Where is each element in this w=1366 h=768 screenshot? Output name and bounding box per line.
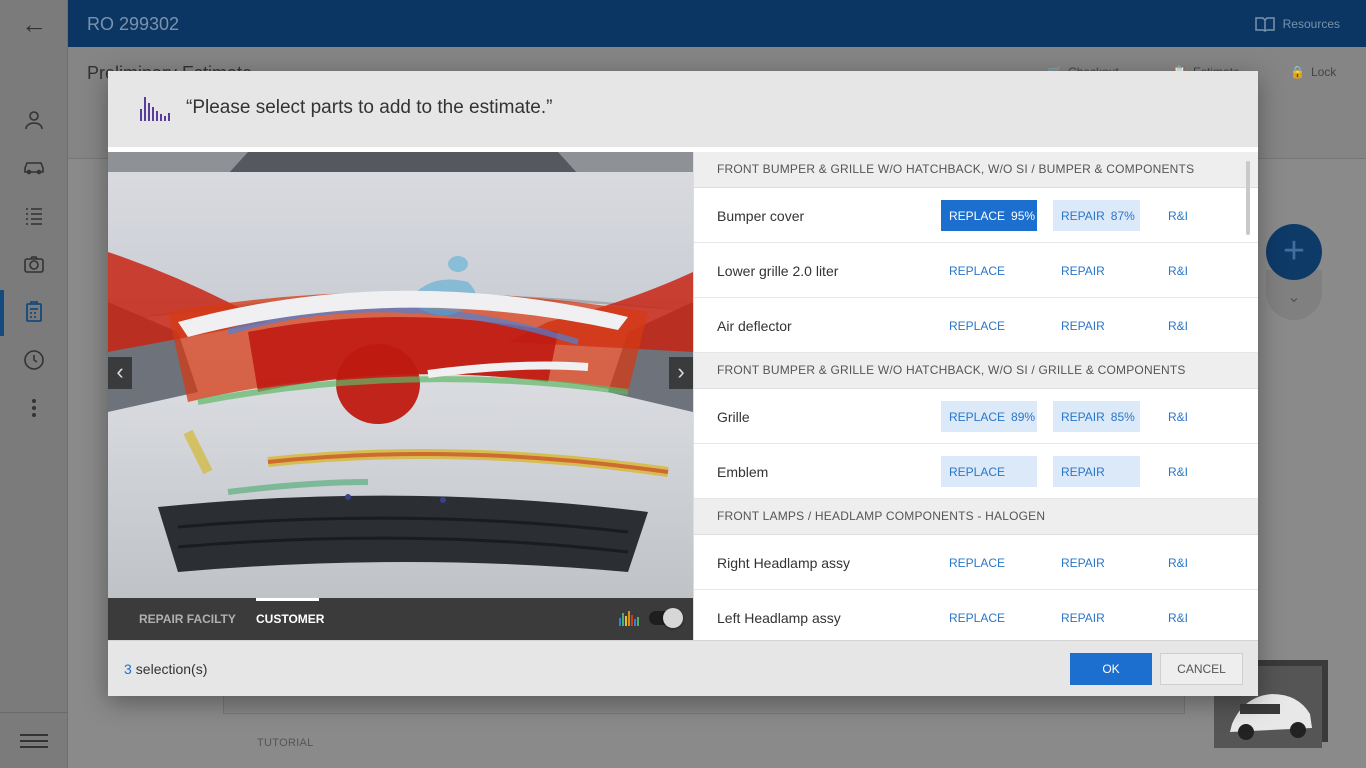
replace-option[interactable]: REPLACE bbox=[941, 456, 1037, 487]
chevron-down-icon: ⌄ bbox=[1287, 289, 1301, 306]
resources-label: Resources bbox=[1282, 17, 1340, 31]
repair-option[interactable]: REPAIR bbox=[1053, 456, 1140, 487]
part-name: Bumper cover bbox=[717, 208, 805, 224]
confidence-percent: 87% bbox=[1110, 208, 1135, 223]
part-row: Air deflector REPLACE REPAIR R&I bbox=[694, 298, 1258, 353]
option-label: REPLACE bbox=[949, 208, 1006, 223]
replace-option[interactable]: REPLACE bbox=[941, 255, 1037, 286]
add-fab-button[interactable]: + bbox=[1266, 224, 1322, 280]
part-name: Grille bbox=[717, 409, 750, 425]
lock-icon: 🔒 bbox=[1290, 65, 1305, 79]
tab-customer[interactable]: CUSTOMER bbox=[256, 612, 324, 626]
parts-list: FRONT BUMPER & GRILLE W/O HATCHBACK, W/O… bbox=[693, 152, 1258, 640]
part-name: Left Headlamp assy bbox=[717, 610, 841, 626]
clipboard-calculator-icon[interactable] bbox=[20, 298, 48, 326]
modal-header: “Please select parts to add to the estim… bbox=[108, 71, 1258, 147]
repair-option[interactable]: REPAIR 85% bbox=[1053, 401, 1140, 432]
previous-image-button[interactable]: ‹ bbox=[108, 357, 132, 389]
part-row: Lower grille 2.0 liter REPLACE REPAIR R&… bbox=[694, 243, 1258, 298]
repair-option[interactable]: REPAIR bbox=[1053, 310, 1140, 341]
confidence-percent: 95% bbox=[1011, 208, 1036, 223]
selection-label: selection(s) bbox=[135, 661, 208, 677]
option-label: REPLACE bbox=[949, 409, 1006, 424]
repair-option[interactable]: REPAIR bbox=[1053, 255, 1140, 286]
toggle-knob[interactable] bbox=[663, 608, 683, 628]
more-vertical-icon[interactable] bbox=[20, 394, 48, 422]
ri-option[interactable]: R&I bbox=[1160, 200, 1200, 231]
camera-icon[interactable] bbox=[20, 250, 48, 278]
history-icon[interactable] bbox=[20, 346, 48, 374]
app-topbar: RO 299302 Resources bbox=[68, 0, 1366, 47]
modal-footer: 3 selection(s) OK CANCEL bbox=[108, 640, 1258, 696]
replace-option[interactable]: REPLACE bbox=[941, 310, 1037, 341]
repair-option[interactable]: REPAIR 87% bbox=[1053, 200, 1140, 231]
car-icon[interactable] bbox=[20, 154, 48, 182]
repair-option[interactable]: REPAIR bbox=[1053, 602, 1140, 633]
replace-option[interactable]: REPLACE bbox=[941, 602, 1037, 633]
ri-option[interactable]: R&I bbox=[1160, 547, 1200, 578]
ok-button[interactable]: OK bbox=[1070, 653, 1152, 685]
parts-selection-modal: “Please select parts to add to the estim… bbox=[108, 71, 1258, 696]
active-tab-indicator bbox=[256, 598, 319, 601]
replace-option[interactable]: REPLACE bbox=[941, 547, 1037, 578]
repair-option[interactable]: REPAIR bbox=[1053, 547, 1140, 578]
damage-image-pane: ‹ › REPAIR FACILTY CUSTOMER bbox=[108, 152, 693, 640]
part-name: Lower grille 2.0 liter bbox=[717, 263, 839, 279]
book-icon bbox=[1254, 17, 1275, 32]
ri-option[interactable]: R&I bbox=[1160, 456, 1200, 487]
heatmap-toggle[interactable] bbox=[619, 608, 683, 628]
ri-option[interactable]: R&I bbox=[1160, 602, 1200, 633]
lock-label: Lock bbox=[1310, 65, 1337, 79]
toggle-track[interactable] bbox=[649, 608, 683, 628]
plus-icon: + bbox=[1282, 230, 1306, 272]
next-image-button[interactable]: › bbox=[669, 357, 693, 389]
tutorial-link[interactable]: TUTORIAL bbox=[257, 737, 314, 749]
resources-link[interactable]: Resources bbox=[1254, 16, 1340, 32]
option-label: REPAIR bbox=[1061, 409, 1105, 424]
option-label: REPAIR bbox=[1061, 208, 1105, 223]
lock-button[interactable]: 🔒 Lock bbox=[1290, 65, 1336, 79]
list-icon[interactable] bbox=[20, 202, 48, 230]
modal-title: “Please select parts to add to the estim… bbox=[186, 97, 553, 118]
back-arrow-icon[interactable]: ← bbox=[20, 10, 48, 38]
replace-option[interactable]: REPLACE 95% bbox=[941, 200, 1037, 231]
damage-heatmap-photo: ‹ › bbox=[108, 152, 693, 598]
active-indicator bbox=[0, 290, 4, 336]
selection-count: 3 selection(s) bbox=[124, 661, 207, 677]
cancel-button[interactable]: CANCEL bbox=[1160, 653, 1243, 685]
section-header: FRONT BUMPER & GRILLE W/O HATCHBACK, W/O… bbox=[694, 152, 1258, 188]
part-row: Bumper cover REPLACE 95% REPAIR 87% R&I bbox=[694, 188, 1258, 243]
part-name: Emblem bbox=[717, 464, 769, 480]
ro-title: RO 299302 bbox=[87, 14, 180, 34]
confidence-percent: 89% bbox=[1011, 409, 1036, 424]
app-sidebar: ← bbox=[0, 0, 68, 768]
confidence-percent: 85% bbox=[1110, 409, 1135, 424]
hamburger-menu-icon[interactable] bbox=[20, 730, 48, 752]
part-name: Air deflector bbox=[717, 318, 792, 334]
part-name: Right Headlamp assy bbox=[717, 555, 851, 571]
ri-option[interactable]: R&I bbox=[1160, 255, 1200, 286]
image-source-tabs: REPAIR FACILTY CUSTOMER bbox=[108, 598, 693, 640]
section-header: FRONT LAMPS / HEADLAMP COMPONENTS - HALO… bbox=[694, 499, 1258, 535]
ri-option[interactable]: R&I bbox=[1160, 401, 1200, 432]
heatmap-bars-icon bbox=[619, 611, 639, 626]
part-row: Grille REPLACE 89% REPAIR 85% R&I bbox=[694, 389, 1258, 444]
section-header: FRONT BUMPER & GRILLE W/O HATCHBACK, W/O… bbox=[694, 353, 1258, 389]
voice-waveform-icon bbox=[140, 97, 170, 121]
part-row: Right Headlamp assy REPLACE REPAIR R&I bbox=[694, 535, 1258, 590]
user-icon[interactable] bbox=[20, 106, 48, 134]
ri-option[interactable]: R&I bbox=[1160, 310, 1200, 341]
part-row: Emblem REPLACE REPAIR R&I bbox=[694, 444, 1258, 499]
parts-scrollbar[interactable] bbox=[1246, 161, 1250, 235]
sidebar-divider bbox=[0, 712, 68, 713]
replace-option[interactable]: REPLACE 89% bbox=[941, 401, 1037, 432]
tab-repair-facility[interactable]: REPAIR FACILTY bbox=[139, 612, 236, 626]
part-row: Left Headlamp assy REPLACE REPAIR R&I bbox=[694, 590, 1258, 640]
selection-number: 3 bbox=[124, 661, 132, 677]
